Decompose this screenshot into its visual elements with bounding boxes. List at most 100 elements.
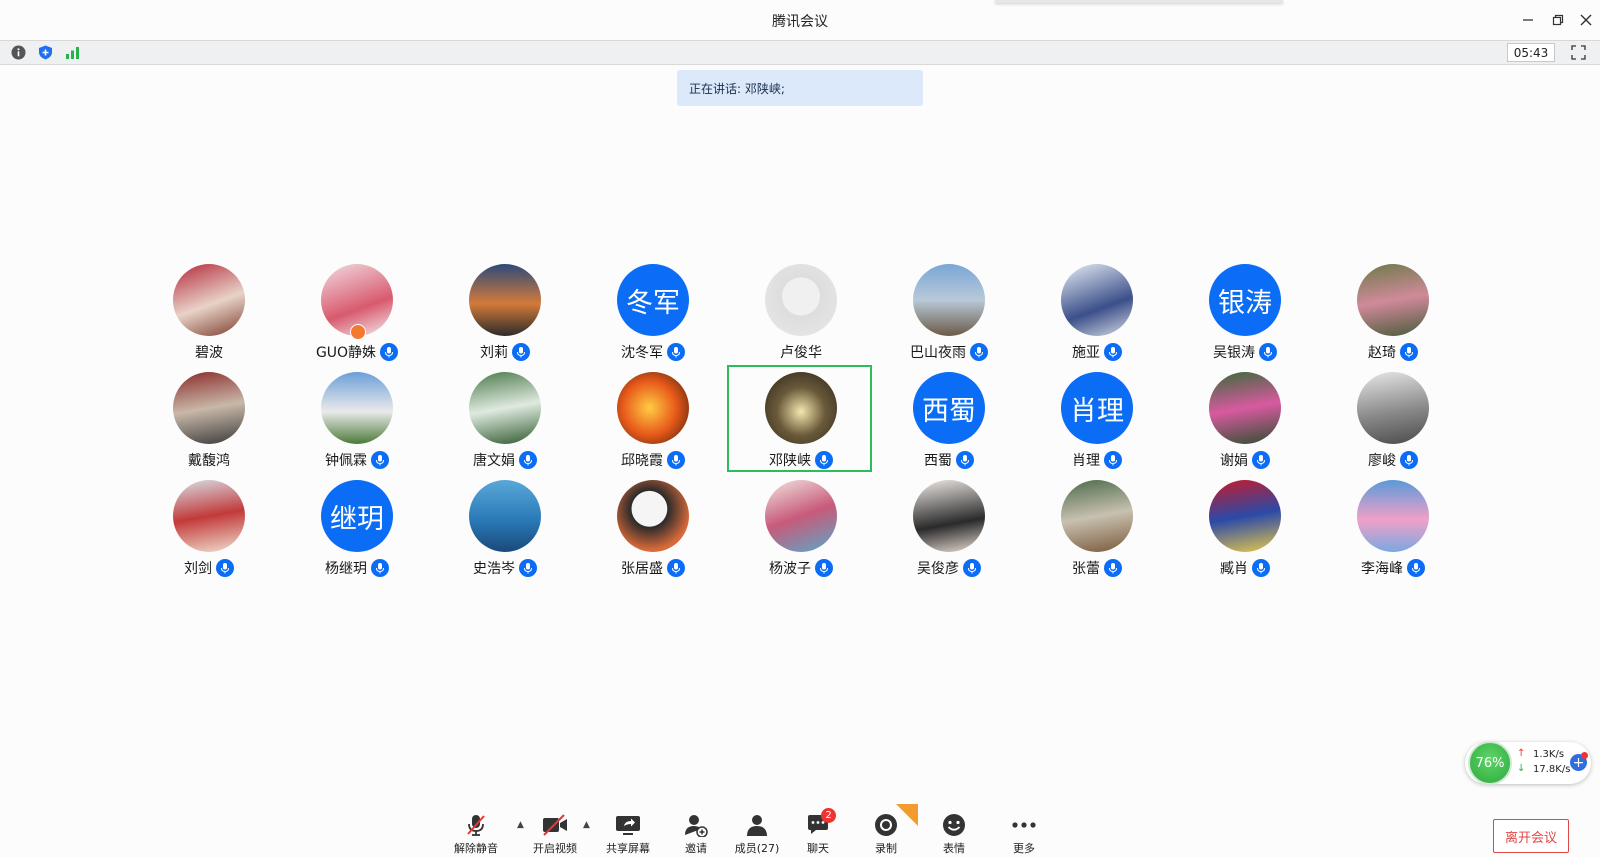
- participant-tile[interactable]: 冬军 沈冬军: [593, 264, 713, 364]
- participant-tile[interactable]: 史浩岑: [445, 480, 565, 580]
- unmute-button[interactable]: 解除静音: [446, 812, 506, 857]
- avatar: 继玥: [321, 480, 393, 552]
- active-speaker-frame: [727, 365, 872, 472]
- chat-icon: 2: [788, 808, 848, 838]
- participant-name: 张蕾: [1072, 561, 1100, 577]
- participant-name: 张居盛: [621, 561, 663, 577]
- host-badge-icon: [350, 324, 366, 340]
- participant-name: 施亚: [1072, 345, 1100, 361]
- participant-tile[interactable]: 吴俊彦: [889, 480, 1009, 580]
- avatar: [173, 372, 245, 444]
- mic-icon: [1252, 559, 1270, 577]
- participant-tile[interactable]: 西蜀 西蜀: [889, 372, 1009, 472]
- participant-tile[interactable]: 赵琦: [1333, 264, 1453, 364]
- more-button[interactable]: 更多: [994, 812, 1054, 857]
- participant-tile[interactable]: GUO静姝: [297, 264, 417, 364]
- avatar: [1061, 480, 1133, 552]
- participant-name: 邱晓霞: [621, 453, 663, 469]
- avatar: [765, 264, 837, 336]
- mic-icon: [519, 451, 537, 469]
- participant-name: 刘剑: [184, 561, 212, 577]
- start-video-button[interactable]: 开启视频: [525, 812, 585, 857]
- participant-tile[interactable]: 杨波子: [741, 480, 861, 580]
- record-icon: [856, 804, 918, 838]
- mic-icon: [371, 451, 389, 469]
- participant-tile[interactable]: 邱晓霞: [593, 372, 713, 472]
- avatar: [617, 372, 689, 444]
- participant-tile[interactable]: 碧波: [149, 264, 269, 364]
- avatar: [913, 480, 985, 552]
- participant-tile[interactable]: 臧肖: [1185, 480, 1305, 580]
- participant-name: 戴馥鸿: [188, 453, 230, 469]
- share-screen-icon: [598, 812, 658, 838]
- members-label: 成员(27): [734, 842, 780, 855]
- cpu-percent: 76%: [1468, 741, 1512, 785]
- participant-name: 刘莉: [480, 345, 508, 361]
- mic-icon: [1400, 451, 1418, 469]
- more-icon: [994, 812, 1054, 838]
- mic-icon: [1400, 343, 1418, 361]
- chat-label: 聊天: [807, 842, 829, 855]
- members-icon: [727, 812, 787, 838]
- avatar: [1209, 480, 1281, 552]
- participant-tile[interactable]: 巴山夜雨: [889, 264, 1009, 364]
- participant-tile[interactable]: 李海峰: [1333, 480, 1453, 580]
- participant-tile[interactable]: 钟佩霖: [297, 372, 417, 472]
- chat-button[interactable]: 2 聊天: [788, 808, 848, 857]
- participant-name: 钟佩霖: [325, 453, 367, 469]
- leave-meeting-button[interactable]: 离开会议: [1493, 819, 1569, 853]
- upload-arrow-icon: ↑: [1517, 748, 1526, 759]
- participant-tile[interactable]: 张蕾: [1037, 480, 1157, 580]
- notification-dot: [1581, 752, 1588, 759]
- mic-icon: [667, 559, 685, 577]
- avatar: [321, 372, 393, 444]
- unmute-label: 解除静音: [454, 842, 498, 855]
- participant-tile[interactable]: 刘剑: [149, 480, 269, 580]
- invite-button[interactable]: 邀请: [666, 812, 726, 857]
- participant-tile[interactable]: 肖理 肖理: [1037, 372, 1157, 472]
- members-button[interactable]: 成员(27): [727, 812, 787, 857]
- invite-icon: [666, 812, 726, 838]
- upload-speed: 1.3K/s: [1533, 749, 1565, 760]
- record-label: 录制: [875, 842, 897, 855]
- mic-icon: [970, 343, 988, 361]
- video-off-icon: [525, 812, 585, 838]
- participant-name: 史浩岑: [473, 561, 515, 577]
- participant-tile[interactable]: 唐文娟: [445, 372, 565, 472]
- audio-options-caret[interactable]: ▲: [517, 820, 524, 830]
- participant-tile[interactable]: 施亚: [1037, 264, 1157, 364]
- participant-tile[interactable]: 戴馥鸿: [149, 372, 269, 472]
- mic-icon: [1104, 451, 1122, 469]
- participant-tile[interactable]: 继玥杨继玥: [297, 480, 417, 580]
- reaction-button[interactable]: 表情: [924, 812, 984, 857]
- participant-name: GUO静姝: [315, 345, 377, 361]
- participant-name: 碧波: [195, 345, 223, 361]
- participant-tile[interactable]: 银涛 吴银涛: [1185, 264, 1305, 364]
- avatar: 银涛: [1209, 264, 1281, 336]
- avatar: [913, 264, 985, 336]
- participant-tile[interactable]: 刘莉: [445, 264, 565, 364]
- participant-tile[interactable]: 卢俊华: [741, 264, 861, 364]
- participant-name: 杨继玥: [325, 561, 367, 577]
- participant-name: 巴山夜雨: [910, 345, 966, 361]
- avatar: [1357, 372, 1429, 444]
- more-label: 更多: [1013, 842, 1035, 855]
- download-arrow-icon: ↓: [1517, 763, 1526, 774]
- participant-tile[interactable]: 谢娟: [1185, 372, 1305, 472]
- participant-tile[interactable]: 廖峻: [1333, 372, 1453, 472]
- share-screen-button[interactable]: 共享屏幕: [598, 812, 658, 857]
- network-widget[interactable]: 76% ↑ 1.3K/s ↓ 17.8K/s +: [1465, 741, 1591, 785]
- new-badge-icon: [896, 804, 918, 826]
- participant-name: 臧肖: [1220, 561, 1248, 577]
- participant-tile[interactable]: 张居盛: [593, 480, 713, 580]
- record-button[interactable]: 录制: [856, 804, 918, 857]
- participant-name: 杨波子: [769, 561, 811, 577]
- participant-name: 李海峰: [1361, 561, 1403, 577]
- avatar: [173, 264, 245, 336]
- avatar: 西蜀: [913, 372, 985, 444]
- mic-icon: [815, 559, 833, 577]
- avatar: [173, 480, 245, 552]
- share-screen-label: 共享屏幕: [606, 842, 650, 855]
- download-speed: 17.8K/s: [1533, 764, 1571, 775]
- video-options-caret[interactable]: ▲: [583, 820, 590, 830]
